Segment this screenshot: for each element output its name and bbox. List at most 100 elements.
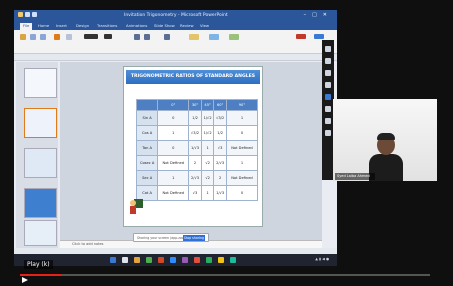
slide-thumbnail[interactable] [24, 148, 57, 178]
table-row: Cosec A Not Defined 2 √2 2/√3 1 [135, 155, 259, 171]
powerpoint-icon[interactable] [158, 257, 164, 263]
highlighter-icon[interactable] [325, 70, 331, 76]
bold-icon[interactable] [134, 34, 140, 40]
quick-access-toolbar[interactable] [18, 12, 48, 20]
font-size-selector[interactable] [104, 34, 112, 39]
slide-thumbnail[interactable] [24, 188, 57, 218]
ribbon-tabs: File Home Insert Design Transitions Anim… [14, 22, 337, 30]
tab-view[interactable]: View [200, 23, 209, 28]
table-header [135, 99, 159, 111]
system-tray[interactable]: ▲ ▮ ◀ ● [315, 257, 329, 261]
teacher-mascot-icon [130, 199, 143, 214]
text-icon[interactable] [325, 106, 331, 112]
table-header: 30° [188, 99, 202, 111]
cut-icon[interactable] [30, 34, 36, 40]
new-slide-icon[interactable] [54, 34, 60, 40]
table-cell: 2/√3 [188, 170, 202, 186]
table-cell: √3/2 [188, 125, 202, 141]
paste-icon[interactable] [20, 34, 26, 40]
table-cell: 1/√3 [213, 185, 227, 201]
arrange-icon[interactable] [209, 34, 219, 40]
align-icon[interactable] [164, 34, 170, 40]
slide-thumbnail[interactable] [24, 68, 57, 98]
video-progress-bar[interactable] [20, 274, 430, 276]
slide-thumbnail-selected[interactable] [24, 108, 57, 138]
row-label: Cos A [135, 125, 159, 141]
table-cell: 1 [200, 185, 215, 201]
tab-design[interactable]: Design [76, 23, 89, 28]
table-row: Sin A 0 1/2 1/√2 √3/2 1 [135, 110, 259, 126]
table-header: 90° [225, 99, 259, 111]
slide-thumbnail[interactable] [24, 220, 57, 246]
zoom-icon[interactable] [170, 257, 176, 263]
file-explorer-icon[interactable] [134, 257, 140, 263]
table-row: Cot A Not Defined √3 1 1/√3 0 [135, 185, 259, 201]
slide-title: TRIGONOMETRIC RATIOS OF STANDARD ANGLES [126, 70, 260, 84]
undo-icon[interactable] [325, 118, 331, 124]
table-cell: √3/2 [213, 110, 227, 126]
app-icon[interactable] [182, 257, 188, 263]
app-icon[interactable] [230, 257, 236, 263]
table-cell: 2 [213, 170, 227, 186]
play-icon[interactable] [20, 276, 30, 284]
screen-share-banner: Sharing your screen (app.zoom.us) Stop s… [133, 233, 209, 242]
copy-icon[interactable] [40, 34, 46, 40]
app-icon[interactable] [206, 257, 212, 263]
start-icon[interactable] [110, 257, 116, 263]
shape-icon[interactable] [325, 94, 331, 100]
row-label: Sin A [135, 110, 159, 126]
table-header: 45° [200, 99, 215, 111]
participant-name: Syed Laiba Ahmed [335, 173, 375, 180]
table-cell: 1/√3 [188, 140, 202, 156]
table-cell: 1/√2 [200, 125, 215, 141]
row-label: Tan A [135, 140, 159, 156]
find-icon[interactable] [314, 34, 324, 39]
quick-styles-icon[interactable] [229, 34, 239, 40]
table-cell: √3 [188, 185, 202, 201]
pen-icon[interactable] [325, 58, 331, 64]
table-cell: Not Defined [157, 185, 190, 201]
tab-animations[interactable]: Animations [126, 23, 147, 28]
chrome-icon[interactable] [146, 257, 152, 263]
save-icon[interactable] [18, 12, 23, 17]
tab-file[interactable]: File [20, 23, 33, 30]
tab-review[interactable]: Review [180, 23, 194, 28]
font-selector[interactable] [84, 34, 98, 39]
tab-insert[interactable]: Insert [56, 23, 67, 28]
italic-icon[interactable] [144, 34, 150, 40]
app-icon[interactable] [218, 257, 224, 263]
table-cell: 1 [225, 155, 259, 171]
window-controls[interactable]: –□✕ [304, 12, 333, 18]
table-row: Sec A 1 2/√3 √2 2 Not Defined [135, 170, 259, 186]
table-cell: √2 [200, 170, 215, 186]
table-cell: 1/√2 [200, 110, 215, 126]
table-cell: 0 [225, 185, 259, 201]
stop-sharing-button[interactable]: Stop sharing [183, 235, 205, 241]
pointer-icon[interactable] [325, 46, 331, 52]
row-label: Cosec A [135, 155, 159, 171]
shapes-icon[interactable] [189, 34, 199, 40]
row-label: Sec A [135, 170, 159, 186]
ribbon-group-labels [14, 54, 337, 61]
webcam-feed: Syed Laiba Ahmed [333, 99, 437, 181]
clear-icon[interactable] [325, 130, 331, 136]
play-tooltip: Play (k) [24, 260, 53, 269]
tab-home[interactable]: Home [38, 23, 49, 28]
current-slide: TRIGONOMETRIC RATIOS OF STANDARD ANGLES … [123, 66, 263, 227]
slide-thumbnails-panel [16, 62, 58, 248]
redo-icon[interactable] [32, 12, 37, 17]
layout-icon[interactable] [66, 34, 72, 40]
table-row: Tan A 0 1/√3 1 √3 Not Defined [135, 140, 259, 156]
undo-icon[interactable] [25, 12, 30, 17]
table-cell: 1 [157, 125, 190, 141]
window-title: Invitation Trigonometry - Microsoft Powe… [124, 13, 228, 18]
tab-slide-show[interactable]: Slide Show [154, 23, 175, 28]
table-header: 0° [157, 99, 190, 111]
app-icon[interactable] [194, 257, 200, 263]
search-icon[interactable] [122, 257, 128, 263]
tab-transitions[interactable]: Transitions [97, 23, 117, 28]
table-cell: Not Defined [225, 170, 259, 186]
table-cell: 0 [157, 140, 190, 156]
eraser-icon[interactable] [325, 82, 331, 88]
table-cell: 1 [200, 140, 215, 156]
